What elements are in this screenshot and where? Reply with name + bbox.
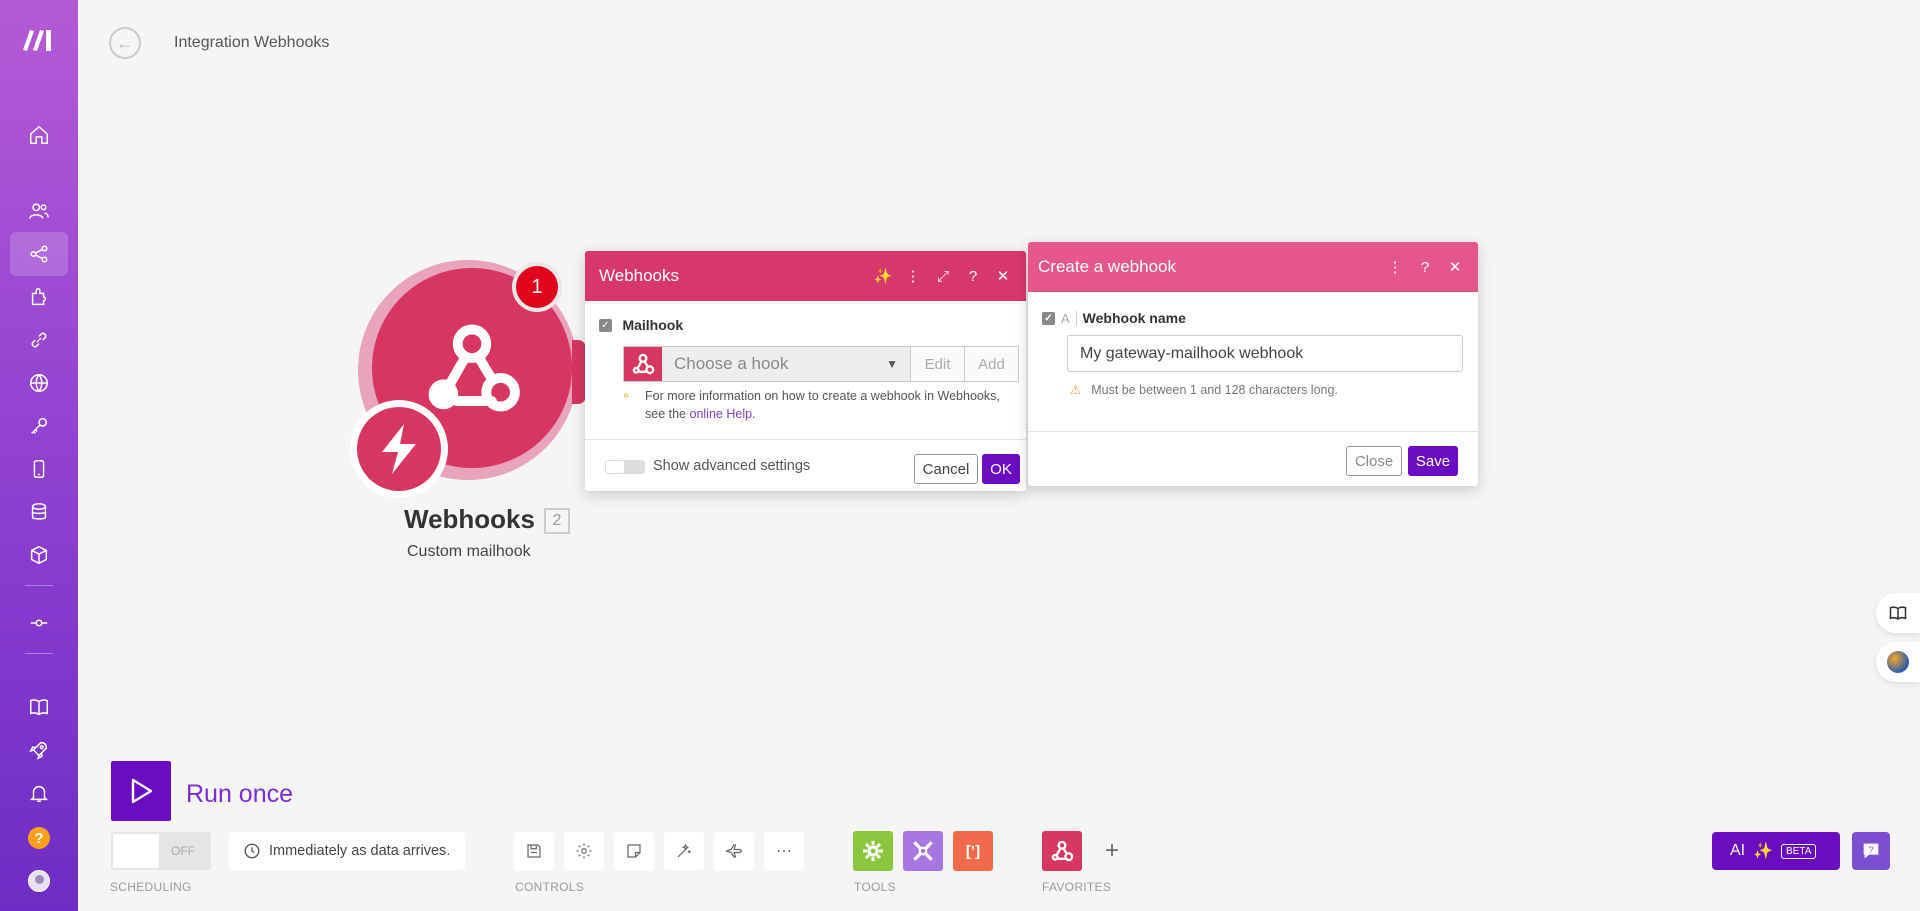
help-icon[interactable]: ?: [958, 268, 988, 285]
play-icon: [131, 778, 153, 804]
scheduling-toggle[interactable]: OFF: [111, 832, 211, 870]
back-arrow-icon[interactable]: ←: [109, 27, 141, 59]
create-webhook-panel: Create a webhook ⋮ ? ✕ ✓ A Webhook name …: [1028, 242, 1478, 486]
ok-button[interactable]: OK: [982, 454, 1020, 484]
settings-gear-icon[interactable]: [564, 832, 604, 870]
chevron-down-icon: ▼: [886, 357, 898, 371]
close-button[interactable]: Close: [1346, 446, 1402, 476]
run-once-label[interactable]: Run once: [186, 780, 293, 809]
module-subtitle: Custom mailhook: [407, 543, 531, 560]
operations-counter[interactable]: 1: [512, 262, 562, 312]
more-vertical-icon[interactable]: ⋮: [898, 267, 928, 285]
sidebar-webhooks-icon[interactable]: [10, 361, 68, 405]
tool-json-icon[interactable]: [’]: [953, 831, 993, 871]
ai-assistant-button[interactable]: AI ✨ BETA: [1712, 832, 1840, 870]
ai-sparkle-icon[interactable]: ✨: [868, 267, 898, 285]
webhook-name-label: Webhook name: [1082, 310, 1186, 326]
mailhook-label: Mailhook: [622, 317, 684, 333]
sidebar-docs-icon[interactable]: [10, 685, 68, 729]
help-icon[interactable]: ?: [28, 827, 50, 849]
length-warning: ⚠ Must be between 1 and 128 characters lo…: [1070, 383, 1338, 397]
docs-panel-icon[interactable]: [1876, 593, 1920, 633]
add-hook-button[interactable]: Add: [964, 347, 1018, 381]
help-icon[interactable]: ?: [1410, 259, 1440, 276]
online-help-link[interactable]: online Help: [690, 407, 753, 421]
sidebar-connections-icon[interactable]: [10, 318, 68, 362]
clock-icon: [244, 843, 260, 859]
close-icon[interactable]: ✕: [1440, 258, 1470, 276]
favorite-webhooks-icon[interactable]: [1042, 831, 1082, 871]
create-webhook-title: Create a webhook: [1038, 257, 1176, 276]
run-once-button[interactable]: [111, 761, 171, 821]
sidebar-flow-icon[interactable]: [10, 601, 68, 645]
sidebar-devices-icon[interactable]: [10, 447, 68, 491]
expand-icon[interactable]: ⤢: [928, 268, 958, 285]
sidebar-datastructures-icon[interactable]: [10, 533, 68, 577]
advanced-settings-label: Show advanced settings: [653, 458, 811, 474]
page-title: Integration Webhooks: [174, 34, 330, 51]
schedule-setting[interactable]: Immediately as data arrives.: [229, 832, 465, 870]
notes-icon[interactable]: [614, 832, 654, 870]
cancel-button[interactable]: Cancel: [914, 454, 978, 484]
module-name: Webhooks: [404, 504, 535, 534]
module-id-badge: 2: [544, 508, 570, 534]
webhook-name-checkbox[interactable]: ✓: [1042, 311, 1055, 325]
warning-icon: ⚠: [1070, 383, 1082, 397]
field-type-indicator: A: [1061, 310, 1077, 326]
explain-flow-icon[interactable]: [714, 832, 754, 870]
sidebar-notifications-icon[interactable]: [10, 771, 68, 815]
tool-gear-icon[interactable]: [853, 831, 893, 871]
svg-text:?: ?: [1868, 845, 1873, 855]
lightning-icon: [382, 424, 416, 474]
support-chat-icon[interactable]: ?: [1852, 832, 1890, 870]
webhook-icon: [624, 347, 662, 381]
module-connector-tab[interactable]: [572, 340, 586, 404]
webhooks-panel-title: Webhooks: [599, 266, 680, 285]
tool-flow-control-icon[interactable]: [903, 831, 943, 871]
edit-hook-button[interactable]: Edit: [910, 347, 964, 381]
sidebar-launch-icon[interactable]: [10, 728, 68, 772]
tools-label: TOOLS: [854, 880, 896, 894]
scheduling-label: SCHEDULING: [110, 880, 192, 894]
mailhook-checkbox[interactable]: ✓: [599, 319, 612, 333]
webhook-icon: [428, 324, 520, 412]
sidebar-keys-icon[interactable]: [10, 404, 68, 448]
controls-label: CONTROLS: [515, 880, 585, 894]
webhook-name-input[interactable]: My gateway-mailhook webhook: [1067, 335, 1463, 372]
sidebar-home-icon[interactable]: [10, 113, 68, 157]
hook-selector: Choose a hook ▼ Edit Add: [623, 346, 1019, 382]
close-icon[interactable]: ✕: [988, 267, 1018, 285]
sidebar-apps-icon[interactable]: [10, 275, 68, 319]
save-button[interactable]: Save: [1408, 446, 1458, 476]
advanced-settings-toggle[interactable]: [605, 460, 645, 474]
add-favorite-plus-icon[interactable]: +: [1092, 831, 1132, 871]
make-logo-icon[interactable]: [19, 24, 59, 54]
more-vertical-icon[interactable]: ⋮: [1380, 258, 1410, 276]
sidebar-datastores-icon[interactable]: [10, 490, 68, 534]
auto-align-icon[interactable]: [664, 832, 704, 870]
globe-avatar-icon[interactable]: [1876, 642, 1920, 682]
webhooks-panel: Webhooks ✨ ⋮ ⤢ ? ✕ ✓ Mailhook Choose a h…: [585, 251, 1026, 491]
sidebar-scenarios-icon[interactable]: [10, 232, 68, 276]
sidebar: ?: [0, 0, 78, 911]
avatar[interactable]: [28, 870, 50, 892]
beta-badge: BETA: [1781, 843, 1817, 859]
sidebar-team-icon[interactable]: [10, 189, 68, 233]
lightbulb-icon: ⚬: [621, 389, 632, 403]
create-webhook-header: Create a webhook ⋮ ? ✕: [1028, 242, 1478, 292]
hook-hint: ⚬ For more information on how to create …: [621, 389, 1000, 421]
save-scenario-icon[interactable]: [514, 832, 554, 870]
favorites-label: FAVORITES: [1042, 880, 1112, 894]
more-horizontal-icon[interactable]: ⋯: [764, 832, 804, 870]
hook-select[interactable]: Choose a hook ▼: [662, 347, 910, 381]
webhooks-panel-header: Webhooks ✨ ⋮ ⤢ ? ✕: [585, 251, 1026, 301]
sparkle-icon: ✨: [1753, 843, 1774, 860]
trigger-badge: [350, 400, 448, 498]
